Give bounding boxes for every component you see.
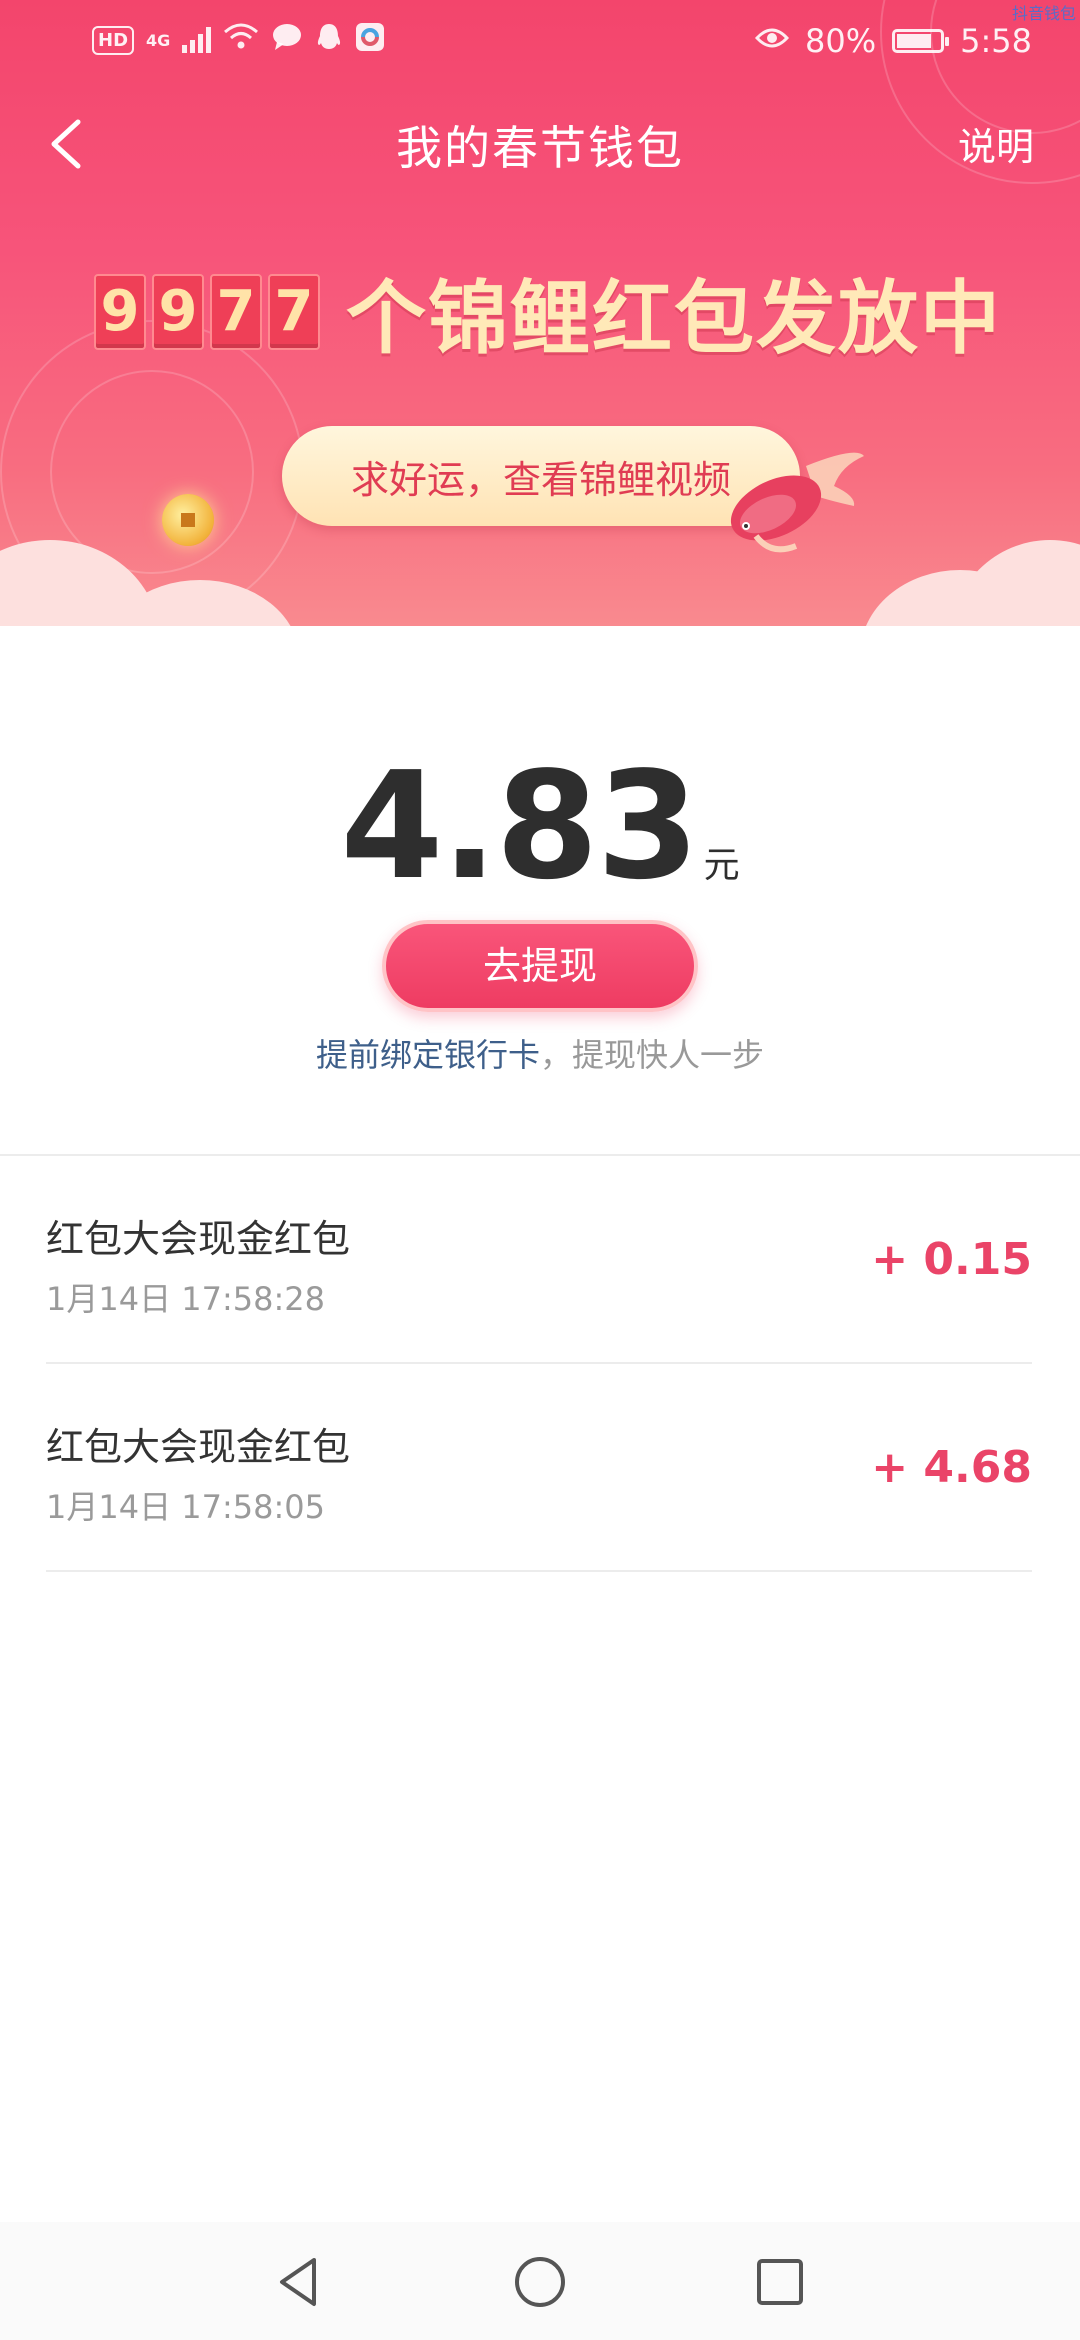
recents-nav-button[interactable]	[750, 2252, 810, 2312]
app-notification-icon	[355, 22, 385, 58]
count-digit: 9	[94, 274, 146, 350]
top-nav: 我的春节钱包 说明	[0, 86, 1080, 204]
record-amount: + 0.15	[871, 1234, 1032, 1285]
square-recents-icon	[757, 2259, 803, 2305]
record-amount: + 4.68	[871, 1442, 1032, 1493]
coin-icon	[162, 494, 214, 546]
help-button[interactable]: 说明	[958, 116, 1034, 171]
eye-comfort-icon	[754, 26, 790, 56]
home-nav-button[interactable]	[510, 2252, 570, 2312]
chat-bubble-icon	[271, 22, 303, 58]
count-digit: 7	[210, 274, 262, 350]
record-title: 红包大会现金红包	[46, 1425, 351, 1469]
balance-amount: 4.83	[340, 740, 699, 912]
count-digit: 9	[152, 274, 204, 350]
signal-icon	[182, 27, 212, 53]
wifi-icon	[223, 22, 259, 58]
bind-bank-card-link[interactable]: 提前绑定银行卡	[316, 1036, 540, 1074]
record-time: 1月14日 17:58:05	[46, 1488, 325, 1526]
koi-count-headline: 9 9 7 7 个锦鲤红包发放中	[94, 254, 1002, 370]
record-time: 1月14日 17:58:28	[46, 1280, 325, 1318]
triangle-back-icon	[280, 2258, 316, 2306]
koi-fish-icon	[730, 452, 864, 553]
header-banner: HD 4G 80% 5:58 抖音钱包 我的春节钱包 说明 9 9 7 7 个锦…	[0, 0, 1080, 626]
battery-icon	[892, 29, 950, 53]
qq-icon	[315, 22, 343, 58]
back-nav-button[interactable]	[270, 2252, 330, 2312]
record-title: 红包大会现金红包	[46, 1217, 351, 1261]
balance-unit: 元	[703, 845, 740, 886]
network-type: 4G	[146, 30, 171, 50]
page-title: 我的春节钱包	[396, 121, 684, 175]
corner-tag: 抖音钱包	[1011, 4, 1076, 23]
clock: 5:58	[960, 22, 1032, 60]
bind-card-tip-text: ，提现快人一步	[540, 1036, 765, 1074]
transaction-list: 红包大会现金红包 1月14日 17:58:28 + 0.15 红包大会现金红包 …	[46, 1156, 1032, 1572]
count-digit: 7	[268, 274, 320, 350]
system-nav-bar	[0, 2222, 1080, 2340]
withdraw-button[interactable]: 去提现	[382, 920, 698, 1012]
status-right-icons: 80% 5:58	[754, 22, 1032, 60]
list-item[interactable]: 红包大会现金红包 1月14日 17:58:05 + 4.68	[46, 1364, 1032, 1572]
list-item[interactable]: 红包大会现金红包 1月14日 17:58:28 + 0.15	[46, 1156, 1032, 1364]
status-bar: HD 4G 80% 5:58 抖音钱包	[0, 0, 1080, 86]
battery-fill	[897, 34, 932, 48]
cloud-decoration	[950, 540, 1080, 626]
circle-home-icon	[515, 2257, 565, 2307]
hd-icon: HD	[92, 25, 135, 55]
headline-text: 个锦鲤红包发放中	[346, 272, 1002, 365]
bind-card-tip: 提前绑定银行卡，提现快人一步	[0, 1030, 1080, 1076]
balance-display: 4.83 元	[0, 740, 1080, 912]
battery-percent: 80%	[805, 22, 877, 60]
status-left-icons: HD 4G	[92, 22, 385, 58]
